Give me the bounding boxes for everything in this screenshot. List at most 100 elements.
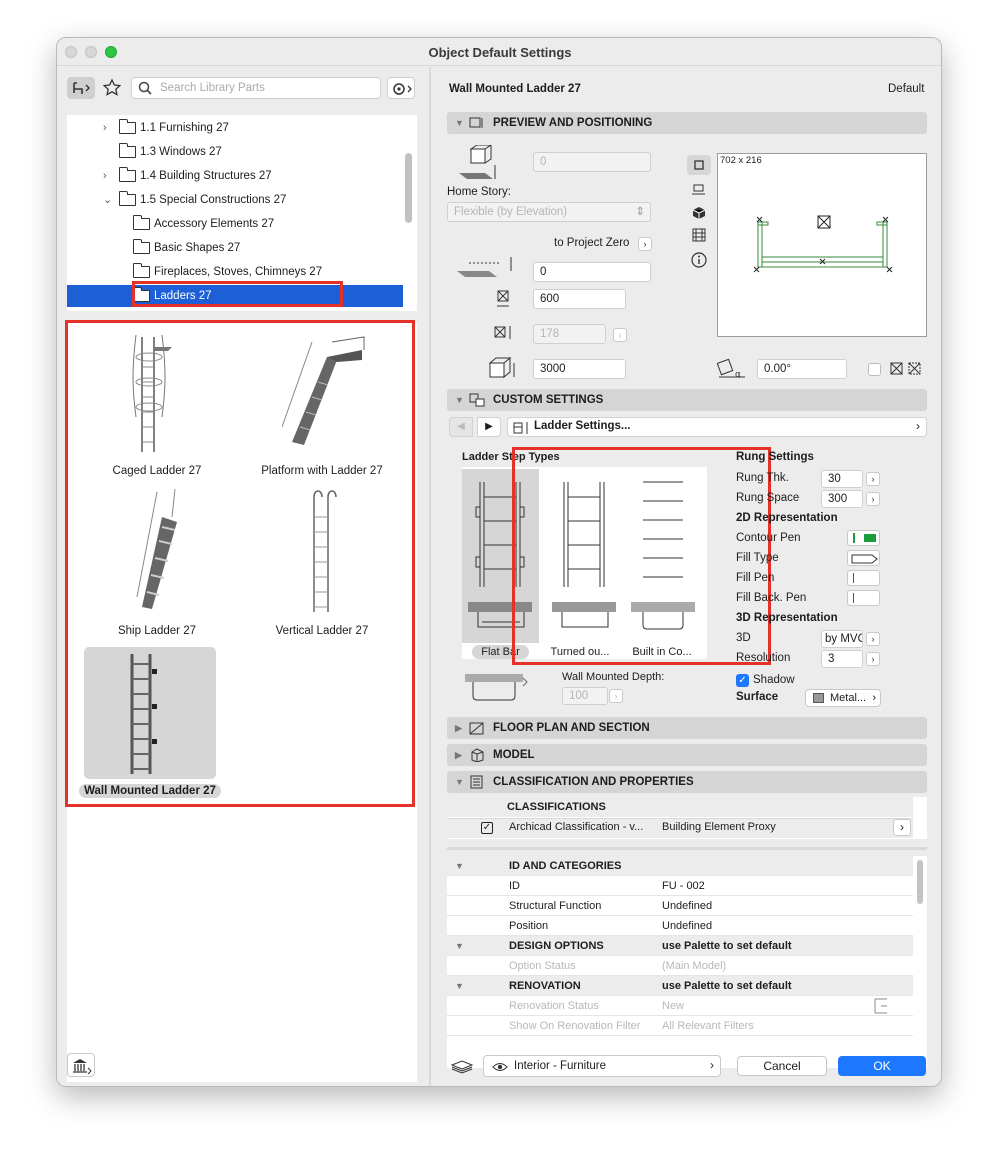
- classification-value[interactable]: Building Element Proxy: [662, 821, 776, 833]
- rung-thk-field[interactable]: 30: [821, 470, 863, 488]
- property-value[interactable]: Undefined: [662, 916, 712, 936]
- collapsed-triangle-icon: ▶: [455, 750, 462, 760]
- resolution-arrow-button[interactable]: ›: [866, 652, 880, 666]
- cancel-button[interactable]: Cancel: [737, 1056, 827, 1076]
- section-custom-settings[interactable]: ▼ CUSTOM SETTINGS: [447, 389, 927, 411]
- ladder-plan-preview: [753, 215, 893, 273]
- info-icon[interactable]: [690, 251, 708, 269]
- next-page-button[interactable]: ▶: [477, 417, 501, 437]
- wall-mounted-ladder-item[interactable]: [84, 647, 216, 779]
- fill-back-pen-picker[interactable]: [847, 590, 880, 606]
- library-search-input[interactable]: Search Library Parts: [131, 77, 381, 99]
- property-value: use Palette to set default: [662, 980, 792, 992]
- depth-field[interactable]: 178: [533, 324, 606, 344]
- property-row[interactable]: ID FU - 002: [447, 876, 913, 896]
- rung-space-arrow-button[interactable]: ›: [866, 492, 880, 506]
- step-type-label-2[interactable]: Built in Co...: [622, 645, 702, 659]
- home-story-select[interactable]: Flexible (by Elevation) ⇕: [447, 202, 651, 222]
- custom-settings-page-select[interactable]: Ladder Settings... ›: [507, 417, 927, 437]
- section-floor-plan[interactable]: ▶ FLOOR PLAN AND SECTION: [447, 717, 927, 739]
- ship-ladder-item[interactable]: Ship Ladder 27: [77, 487, 237, 637]
- fill-type-picker[interactable]: [847, 550, 880, 566]
- property-group-row[interactable]: ▼ DESIGN OPTIONS use Palette to set defaul…: [447, 936, 913, 956]
- contour-pen-picker[interactable]: [847, 530, 880, 546]
- rotation-angle-field[interactable]: 0.00°: [757, 359, 847, 379]
- caged-ladder-item[interactable]: Caged Ladder 27: [77, 327, 237, 477]
- favorites-star-icon[interactable]: [101, 77, 123, 99]
- property-row[interactable]: Renovation Status New: [447, 996, 913, 1016]
- property-group-row[interactable]: ▼ ID AND CATEGORIES: [447, 856, 913, 876]
- section-classification-title: CLASSIFICATION AND PROPERTIES: [493, 776, 694, 788]
- property-value[interactable]: New: [662, 996, 684, 1016]
- 3d-mode-arrow-button[interactable]: ›: [866, 632, 880, 646]
- tree-item-ladders-27[interactable]: Ladders 27: [67, 285, 403, 307]
- expanded-triangle-icon[interactable]: ▼: [455, 936, 464, 956]
- layer-select[interactable]: Interior - Furniture ›: [483, 1055, 721, 1077]
- depth-link-button[interactable]: ›: [613, 328, 627, 342]
- height-field[interactable]: 3000: [533, 359, 626, 379]
- section-classification[interactable]: ▼ CLASSIFICATION AND PROPERTIES: [447, 771, 927, 793]
- plan-view-button[interactable]: [687, 155, 711, 175]
- property-value[interactable]: All Relevant Filters: [662, 1016, 754, 1036]
- property-value[interactable]: FU - 002: [662, 876, 705, 896]
- wall-depth-arrow-button[interactable]: ›: [609, 689, 623, 703]
- expanded-triangle-icon[interactable]: ▼: [455, 856, 464, 876]
- step-type-label-1[interactable]: Turned ou...: [544, 645, 616, 659]
- resolution-field[interactable]: 3: [821, 650, 863, 668]
- project-zero-field[interactable]: 0: [533, 262, 651, 282]
- rung-space-field[interactable]: 300: [821, 490, 863, 508]
- properties-scrollbar[interactable]: [917, 860, 923, 904]
- width-icon: [497, 290, 509, 307]
- classification-checkbox[interactable]: ✓: [481, 822, 493, 834]
- chevron-down-icon[interactable]: ⌄: [103, 189, 113, 211]
- mirror-icons[interactable]: [889, 361, 925, 377]
- vertical-ladder-item[interactable]: Vertical Ladder 27: [237, 487, 407, 637]
- tree-item-accessory-elements-27[interactable]: Accessory Elements 27: [67, 213, 403, 235]
- chevron-right-icon[interactable]: ›: [103, 117, 113, 139]
- elevation-field[interactable]: 0: [533, 152, 651, 172]
- fill-pen-picker[interactable]: [847, 570, 880, 586]
- tree-item-basic-shapes-27[interactable]: Basic Shapes 27: [67, 237, 403, 259]
- tree-scrollbar[interactable]: [405, 153, 412, 223]
- classification-picker-button[interactable]: ›: [893, 819, 911, 836]
- property-value[interactable]: Undefined: [662, 896, 712, 916]
- section-model[interactable]: ▶ MODEL: [447, 744, 927, 766]
- 3d-mode-field[interactable]: by MVO: [821, 630, 863, 648]
- platform-ladder-label: Platform with Ladder 27: [261, 465, 383, 477]
- preview-canvas[interactable]: 702 x 216: [717, 153, 927, 337]
- project-zero-arrow-button[interactable]: ›: [638, 237, 652, 251]
- expanded-triangle-icon: ▼: [455, 118, 464, 128]
- tree-item-fireplaces-stoves-chimneys-27[interactable]: Fireplaces, Stoves, Chimneys 27: [67, 261, 403, 283]
- tree-item-1-3-windows-27[interactable]: 1.3 Windows 27: [67, 141, 403, 163]
- property-row[interactable]: Show On Renovation Filter All Relevant Fi…: [447, 1016, 913, 1036]
- property-group-row[interactable]: ▼ RENOVATION use Palette to set default: [447, 976, 913, 996]
- elevation-view-icon[interactable]: [691, 227, 707, 243]
- width-field[interactable]: 600: [533, 289, 626, 309]
- fill-back-pen-label: Fill Back. Pen: [736, 592, 807, 604]
- rung-thk-arrow-button[interactable]: ›: [866, 472, 880, 486]
- library-mode-button[interactable]: [67, 77, 95, 99]
- property-value[interactable]: (Main Model): [662, 956, 726, 976]
- prev-page-button[interactable]: ◀: [449, 417, 473, 437]
- platform-ladder-item[interactable]: Platform with Ladder 27: [237, 327, 407, 477]
- expanded-triangle-icon[interactable]: ▼: [455, 976, 464, 996]
- ok-button[interactable]: OK: [838, 1056, 926, 1076]
- surface-picker[interactable]: Metal... ›: [805, 689, 881, 707]
- property-row[interactable]: Structural Function Undefined: [447, 896, 913, 916]
- wall-depth-field[interactable]: 100: [562, 687, 608, 705]
- library-manager-button[interactable]: [67, 1053, 95, 1077]
- property-row[interactable]: Position Undefined: [447, 916, 913, 936]
- chevron-right-icon[interactable]: ›: [103, 165, 113, 187]
- section-view-icon[interactable]: [691, 183, 707, 197]
- library-settings-button[interactable]: [387, 77, 415, 99]
- 3d-view-icon[interactable]: [691, 205, 707, 221]
- mirror-checkbox[interactable]: [868, 363, 881, 376]
- section-preview-positioning[interactable]: ▼ PREVIEW AND POSITIONING: [447, 112, 927, 134]
- tree-item-1-4-building-structures-27[interactable]: › 1.4 Building Structures 27: [67, 165, 403, 187]
- tree-item-1-5-special-constructions-27[interactable]: ⌄ 1.5 Special Constructions 27: [67, 189, 403, 211]
- tree-item-1-1-furnishing-27[interactable]: › 1.1 Furnishing 27: [67, 117, 403, 139]
- shadow-checkbox[interactable]: ✓: [736, 674, 749, 687]
- layer-value: Interior - Furniture: [514, 1060, 607, 1072]
- default-label: Default: [888, 83, 925, 95]
- property-row[interactable]: Option Status (Main Model): [447, 956, 913, 976]
